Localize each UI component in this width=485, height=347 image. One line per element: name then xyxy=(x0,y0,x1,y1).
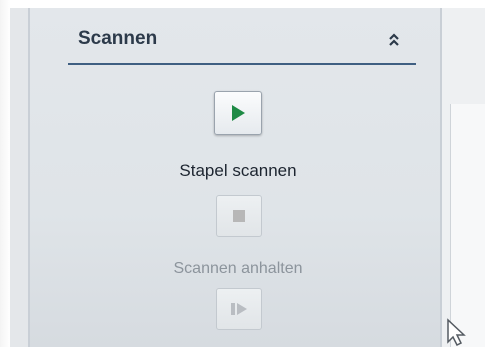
mouse-pointer-icon xyxy=(447,318,466,346)
left-margin xyxy=(0,0,10,347)
step-forward-button[interactable] xyxy=(216,288,262,330)
header-divider xyxy=(68,63,416,65)
collapse-button[interactable] xyxy=(380,26,408,54)
document-view xyxy=(450,104,485,347)
step-forward-icon xyxy=(231,303,247,315)
panel-header[interactable]: Scannen xyxy=(30,8,440,70)
stop-scan-button[interactable] xyxy=(216,195,262,237)
panel-title: Scannen xyxy=(78,28,158,49)
play-icon xyxy=(232,105,245,121)
scan-panel: Scannen Stapel scannen Scannen anhalten xyxy=(28,8,442,347)
app-window: Scannen Stapel scannen Scannen anhalten xyxy=(10,8,485,347)
double-chevron-up-icon xyxy=(389,33,399,46)
stop-scan-label: Scannen anhalten xyxy=(173,260,303,277)
stop-icon xyxy=(233,210,245,222)
scan-batch-button[interactable] xyxy=(214,91,262,135)
scan-batch-label: Stapel scannen xyxy=(179,161,297,180)
right-pane xyxy=(442,8,485,347)
